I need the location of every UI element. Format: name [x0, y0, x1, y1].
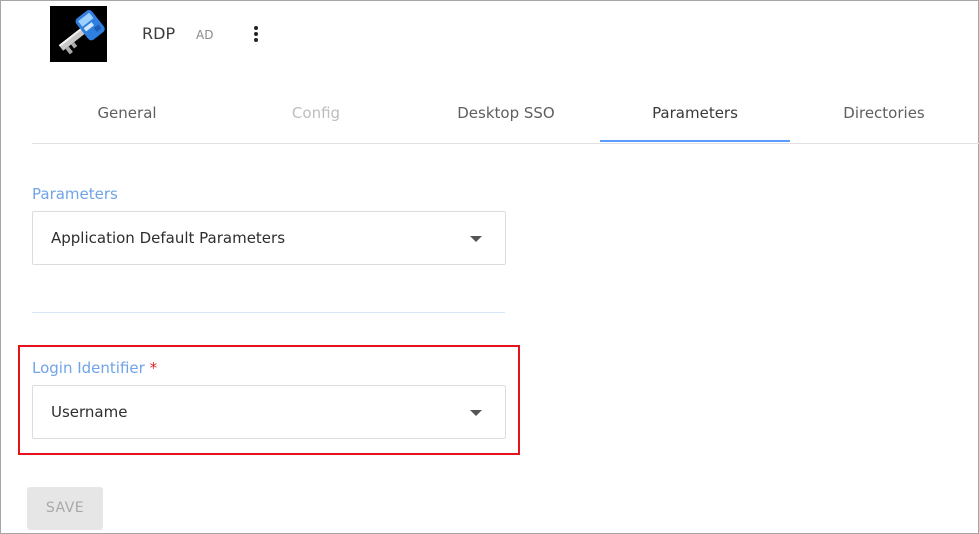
tab-directories[interactable]: Directories — [789, 92, 979, 142]
required-asterisk: * — [149, 359, 158, 377]
tab-general[interactable]: General — [32, 92, 222, 142]
chevron-down-icon — [470, 410, 482, 416]
app-type-badge: AD — [196, 28, 214, 42]
more-vertical-icon[interactable] — [248, 24, 264, 46]
chevron-down-icon — [470, 236, 482, 242]
login-identifier-select[interactable]: Username — [32, 385, 506, 439]
app-name: RDP — [142, 24, 176, 43]
parameters-label: Parameters — [32, 185, 118, 203]
tab-parameters[interactable]: Parameters — [600, 92, 790, 142]
tab-desktop-sso[interactable]: Desktop SSO — [411, 92, 601, 142]
login-identifier-label: Login Identifier * — [32, 359, 157, 377]
parameters-select[interactable]: Application Default Parameters — [32, 211, 506, 265]
tab-bar: General Config Desktop SSO Parameters Di… — [32, 92, 979, 144]
tab-config: Config — [291, 104, 341, 122]
login-identifier-select-value: Username — [51, 403, 128, 421]
section-divider — [32, 312, 505, 313]
key-icon — [50, 6, 107, 62]
save-button[interactable]: SAVE — [27, 487, 103, 530]
parameters-select-value: Application Default Parameters — [51, 229, 286, 247]
login-identifier-label-text: Login Identifier — [32, 359, 145, 377]
